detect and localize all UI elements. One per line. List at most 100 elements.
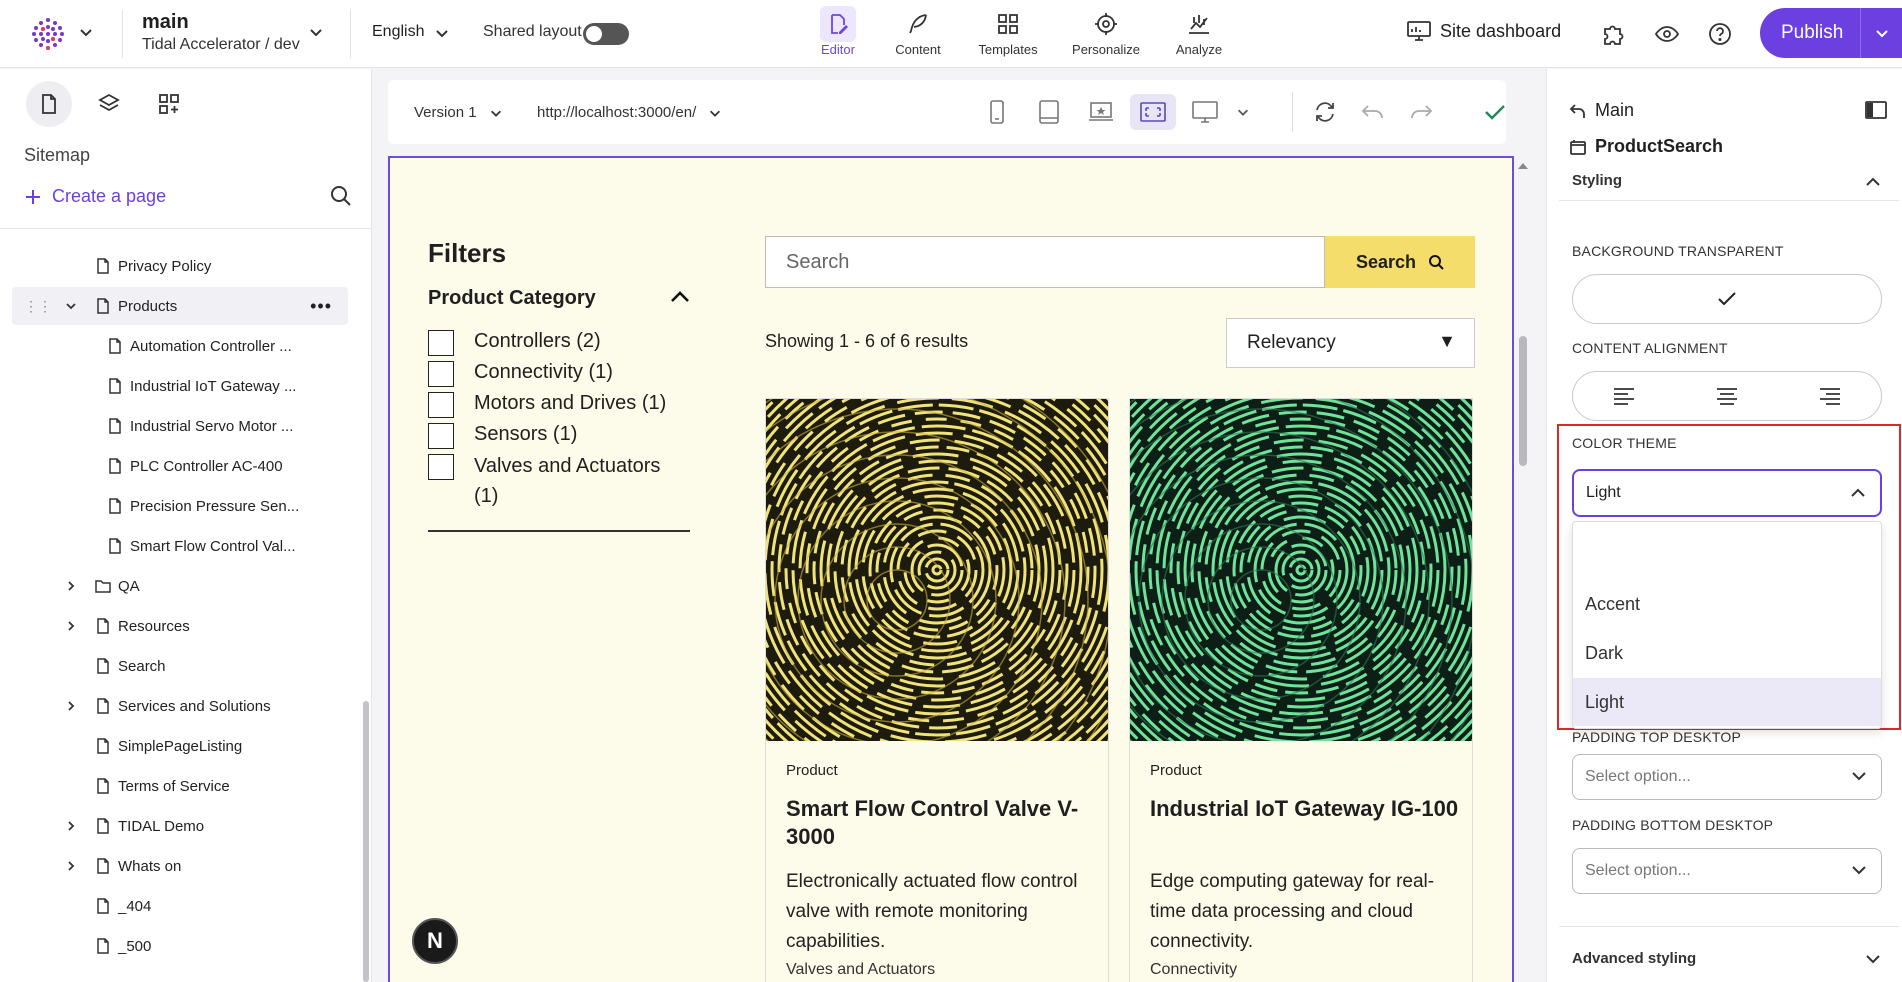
sitemap-item[interactable]: Smart Flow Control Val... (12, 527, 348, 565)
url-select[interactable]: http://localhost:3000/en/ (537, 104, 722, 121)
sitemap-item[interactable]: Whats on (12, 847, 348, 885)
align-center-icon[interactable] (1715, 386, 1739, 406)
product-card[interactable]: Product Industrial IoT Gateway IG-100 Ed… (1129, 398, 1473, 982)
sidebar-scrollbar[interactable] (362, 237, 370, 982)
tab-templates[interactable]: Templates (972, 6, 1044, 62)
checkbox[interactable] (428, 361, 454, 387)
align-left-icon[interactable] (1612, 386, 1636, 406)
desktop-device-icon[interactable] (1182, 94, 1228, 130)
dropdown-option-empty[interactable] (1573, 530, 1881, 578)
card-title[interactable]: Smart Flow Control Valve V-3000 (786, 795, 1096, 851)
tab-content[interactable]: Content (888, 6, 948, 62)
filter-checkbox-row[interactable]: Valves and Actuators (1) (428, 454, 688, 511)
filter-checkbox-row[interactable]: Sensors (1) (428, 423, 577, 449)
card-title[interactable]: Industrial IoT Gateway IG-100 (1150, 795, 1460, 823)
checkbox[interactable] (428, 454, 454, 480)
mobile-device-icon[interactable] (974, 94, 1020, 130)
product-category-heading[interactable]: Product Category (428, 287, 596, 310)
undo-icon[interactable] (1350, 94, 1396, 130)
version-select[interactable]: Version 1 (414, 104, 503, 121)
more-options-icon[interactable]: ••• (310, 296, 332, 317)
chevron-right-icon[interactable] (64, 819, 78, 833)
sitemap-item[interactable]: _500 (12, 927, 348, 965)
tab-editor[interactable]: Editor (810, 6, 866, 62)
preview-eye-icon[interactable] (1653, 20, 1681, 48)
checkbox[interactable] (428, 330, 454, 356)
sitemap-item[interactable]: _404 (12, 887, 348, 925)
shared-layout-toggle[interactable] (583, 23, 629, 45)
sitemap-item[interactable]: ⋮⋮ Products ••• (12, 287, 348, 325)
chevron-down-icon[interactable] (78, 24, 94, 40)
chevron-down-icon[interactable] (1228, 94, 1258, 130)
chevron-down-icon[interactable] (308, 24, 324, 40)
chevron-down-icon[interactable] (434, 25, 450, 41)
chevron-right-icon[interactable] (64, 619, 78, 633)
padding-bottom-select[interactable]: Select option... (1572, 848, 1882, 894)
chevron-right-icon[interactable] (64, 859, 78, 873)
language-select[interactable]: English (372, 23, 424, 41)
laptop-device-icon[interactable] (1078, 94, 1124, 130)
refresh-icon[interactable] (1302, 94, 1348, 130)
filter-checkbox-row[interactable]: Motors and Drives (1) (428, 392, 666, 418)
layers-icon[interactable] (86, 81, 132, 127)
dropdown-option-accent[interactable]: Accent (1573, 580, 1881, 628)
sitemap-item[interactable]: PLC Controller AC-400 (12, 447, 348, 485)
panel-toggle-icon[interactable] (1864, 100, 1888, 120)
tab-analyze[interactable]: Analyze (1168, 6, 1230, 62)
fit-screen-icon[interactable] (1130, 94, 1176, 130)
search-button[interactable]: Search (1325, 236, 1475, 288)
chevron-down-icon[interactable] (64, 299, 78, 313)
page-preview-frame[interactable]: Filters Product Category Controllers (2)… (388, 156, 1514, 982)
publish-button[interactable]: Publish (1760, 8, 1902, 58)
sitemap-item[interactable]: Terms of Service (12, 767, 348, 805)
search-input[interactable]: Search (765, 236, 1325, 288)
tablet-device-icon[interactable] (1026, 94, 1072, 130)
sitemap-item[interactable]: Privacy Policy (12, 247, 348, 285)
filter-checkbox-row[interactable]: Controllers (2) (428, 330, 601, 356)
sitemap-item[interactable]: TIDAL Demo (12, 807, 348, 845)
checkbox[interactable] (428, 392, 454, 418)
padding-top-select[interactable]: Select option... (1572, 754, 1882, 800)
sitemap-item[interactable]: Resources (12, 607, 348, 645)
styling-section-header[interactable]: Styling (1572, 172, 1622, 189)
scrollbar-thumb[interactable] (363, 701, 369, 982)
align-right-icon[interactable] (1818, 386, 1842, 406)
sitemap-item[interactable]: Precision Pressure Sen... (12, 487, 348, 525)
checkbox[interactable] (428, 423, 454, 449)
sitemap-item[interactable]: Automation Controller ... (12, 327, 348, 365)
back-to-main[interactable]: Main (1569, 100, 1634, 121)
drag-handle-icon[interactable]: ⋮⋮ (24, 298, 52, 315)
dropdown-option-light[interactable]: Light (1573, 678, 1881, 726)
redo-icon[interactable] (1398, 94, 1444, 130)
background-transparent-toggle[interactable] (1572, 274, 1882, 324)
help-icon[interactable] (1706, 20, 1734, 48)
tab-personalize[interactable]: Personalize (1066, 6, 1146, 62)
scrollbar-thumb[interactable] (1519, 336, 1527, 466)
canvas-scrollbar[interactable] (1516, 156, 1530, 982)
dropdown-option-dark[interactable]: Dark (1573, 629, 1881, 677)
advanced-styling-header[interactable]: Advanced styling (1572, 950, 1696, 967)
sort-select[interactable]: Relevancy ▼ (1226, 318, 1475, 368)
publish-menu-chevron-icon[interactable] (1861, 25, 1902, 41)
create-page-button[interactable]: Create a page (24, 186, 166, 207)
checkmark-icon[interactable] (1472, 94, 1518, 130)
components-icon[interactable] (146, 81, 192, 127)
sitemap-item[interactable]: Industrial IoT Gateway ... (12, 367, 348, 405)
color-theme-select[interactable]: Light (1572, 469, 1882, 517)
chevron-right-icon[interactable] (64, 579, 78, 593)
site-environment[interactable]: Tidal Accelerator / dev (142, 36, 300, 54)
sitemap-item[interactable]: Industrial Servo Motor ... (12, 407, 348, 445)
pages-icon[interactable] (26, 81, 72, 127)
sitemap-item[interactable]: Search (12, 647, 348, 685)
nextjs-badge[interactable]: N (412, 918, 458, 964)
sitemap-item[interactable]: QA (12, 567, 348, 605)
puzzle-icon[interactable] (1600, 20, 1628, 48)
app-logo-icon[interactable] (30, 16, 66, 52)
product-card[interactable]: Product Smart Flow Control Valve V-3000 … (765, 398, 1109, 982)
chevron-right-icon[interactable] (64, 699, 78, 713)
sitemap-item[interactable]: SimplePageListing (12, 727, 348, 765)
scroll-up-arrow-icon[interactable] (1516, 160, 1530, 172)
chevron-down-icon[interactable] (1865, 953, 1881, 965)
site-name[interactable]: main (142, 11, 189, 34)
site-dashboard-button[interactable]: Site dashboard (1406, 20, 1561, 42)
